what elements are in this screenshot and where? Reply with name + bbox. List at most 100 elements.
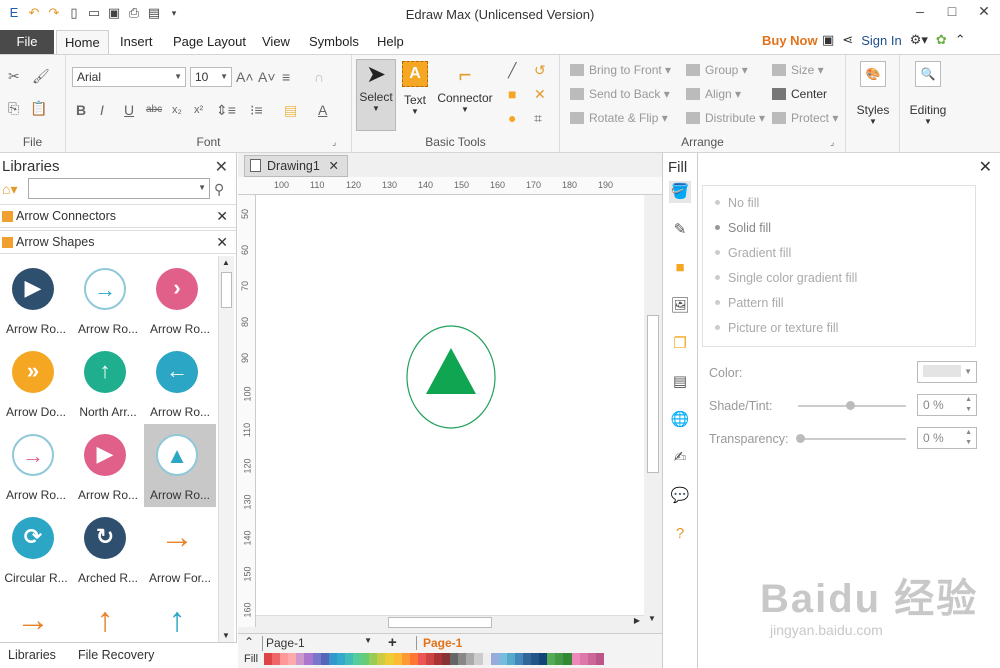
close-icon[interactable]: ✕ xyxy=(216,205,228,227)
help-icon[interactable]: ? xyxy=(669,523,691,545)
scroll-down-icon[interactable]: ▼ xyxy=(648,614,656,623)
library-scrollbar[interactable]: ▲ ▼ xyxy=(218,256,234,642)
color-picker[interactable]: ▼ xyxy=(917,361,977,383)
palette-swatch[interactable] xyxy=(474,653,483,665)
library-shape[interactable]: ▶ Arrow Ro... xyxy=(0,258,72,341)
shade-tint-knob[interactable] xyxy=(846,401,855,410)
minimize-icon[interactable]: – xyxy=(904,0,936,26)
palette-swatch[interactable] xyxy=(328,653,337,665)
library-shape[interactable]: ⟳ Circular R... xyxy=(0,507,72,590)
add-page-icon[interactable]: + xyxy=(388,634,397,651)
select-button[interactable]: ➤ Select ▼ xyxy=(356,59,396,131)
line-style-icon[interactable]: ✎ xyxy=(669,219,691,241)
page-properties-icon[interactable]: ▤ xyxy=(669,371,691,393)
hyperlink-icon[interactable]: 🌐 xyxy=(669,409,691,431)
transparency-input[interactable]: 0 % ▲ ▼ xyxy=(917,427,977,449)
palette-swatch[interactable] xyxy=(361,653,370,665)
palette-swatch[interactable] xyxy=(320,653,329,665)
highlight-icon[interactable]: ▤ xyxy=(284,101,297,119)
tab-insert[interactable]: Insert xyxy=(112,30,161,54)
center-button[interactable]: Center xyxy=(772,87,827,101)
file-recovery-tab[interactable]: File Recovery xyxy=(78,648,154,662)
page-select[interactable]: Page-1 ▼ xyxy=(262,636,374,652)
connector-button[interactable]: ⌐ Connector ▼ xyxy=(434,59,496,131)
bullets-icon[interactable]: ⁝≡ xyxy=(250,101,263,119)
ellipse-tool-icon[interactable]: ● xyxy=(508,109,516,127)
library-category[interactable]: Arrow Connectors ✕ xyxy=(0,204,236,228)
send-to-back-button[interactable]: Send to Back ▾ xyxy=(570,87,670,101)
file-tab[interactable]: File xyxy=(0,30,54,54)
comment-icon[interactable]: 💬 xyxy=(669,485,691,507)
tab-page-layout[interactable]: Page Layout xyxy=(165,30,254,54)
palette-swatch[interactable] xyxy=(344,653,354,665)
group-button[interactable]: Group ▾ xyxy=(686,63,748,77)
library-shape[interactable]: ↑ xyxy=(72,590,144,636)
distribute-button[interactable]: Distribute ▾ xyxy=(686,111,765,125)
fill-icon[interactable]: 🪣 xyxy=(669,181,691,203)
underline-icon[interactable]: U xyxy=(124,101,134,119)
scroll-thumb[interactable] xyxy=(221,272,232,308)
crop-tool-icon[interactable]: ⌗ xyxy=(534,109,542,127)
palette-swatch[interactable] xyxy=(587,653,596,665)
library-shape[interactable]: ▶ Arrow Ro... xyxy=(72,424,144,507)
palette-swatch[interactable] xyxy=(312,653,321,665)
canvas-horizontal-scrollbar[interactable]: ▶ xyxy=(256,615,644,629)
palette-swatch[interactable] xyxy=(264,653,273,665)
palette-swatch[interactable] xyxy=(523,653,532,665)
protect-button[interactable]: Protect ▾ xyxy=(772,111,838,125)
fill-option-picture[interactable]: Picture or texture fill xyxy=(715,321,838,335)
arc-tool-icon[interactable]: ↺ xyxy=(534,61,546,79)
home-icon[interactable]: ⌂▾ xyxy=(2,180,17,198)
stepper-icon[interactable]: ▲ ▼ xyxy=(965,428,972,448)
align-text-icon[interactable]: ≡ xyxy=(282,68,290,86)
library-shape[interactable]: → Arrow Ro... xyxy=(0,424,72,507)
palette-swatch[interactable] xyxy=(336,653,345,665)
library-shape[interactable]: ↻ Arched R... xyxy=(72,507,144,590)
shadow-icon[interactable]: ■ xyxy=(669,257,691,279)
curve-icon[interactable]: ∩ xyxy=(314,68,324,86)
palette-swatch[interactable] xyxy=(401,653,410,665)
palette-swatch[interactable] xyxy=(369,653,378,665)
palette-swatch[interactable] xyxy=(450,653,459,665)
library-search-input[interactable]: ▼ xyxy=(28,178,210,199)
library-category[interactable]: Arrow Shapes ✕ xyxy=(0,230,236,254)
palette-swatch[interactable] xyxy=(272,653,281,665)
library-shape[interactable]: ▲ Arrow Ro... xyxy=(144,424,216,507)
tab-view[interactable]: View xyxy=(254,30,298,54)
palette-swatch[interactable] xyxy=(579,653,588,665)
palette-swatch[interactable] xyxy=(280,653,289,665)
scroll-thumb[interactable] xyxy=(647,315,659,473)
fill-option-no-fill[interactable]: No fill xyxy=(715,196,759,210)
close-icon[interactable]: ✕ xyxy=(329,156,339,176)
format-painter-icon[interactable]: 🖌 xyxy=(32,67,50,85)
styles-button[interactable]: 🎨 Styles ▼ xyxy=(852,61,894,133)
fill-option-single-gradient[interactable]: Single color gradient fill xyxy=(715,271,857,285)
palette-swatch[interactable] xyxy=(385,653,394,665)
grow-font-icon[interactable]: A˄ xyxy=(236,68,254,86)
chevron-up-icon[interactable]: ⌃ xyxy=(244,635,254,649)
palette-swatch[interactable] xyxy=(393,653,402,665)
fill-option-solid[interactable]: Solid fill xyxy=(715,221,771,235)
transparency-slider[interactable] xyxy=(798,438,906,440)
palette-swatch[interactable] xyxy=(409,653,418,665)
transparency-knob[interactable] xyxy=(796,434,805,443)
font-name-select[interactable]: Arial ▼ xyxy=(72,67,186,87)
library-shape[interactable]: ← Arrow Ro... xyxy=(144,341,216,424)
palette-swatch[interactable] xyxy=(531,653,540,665)
scroll-thumb[interactable] xyxy=(388,617,492,628)
library-shape[interactable]: » Arrow Do... xyxy=(0,341,72,424)
document-tab[interactable]: Drawing1 ✕ xyxy=(244,155,348,177)
shade-tint-input[interactable]: 0 % ▲ ▼ xyxy=(917,394,977,416)
palette-swatch[interactable] xyxy=(555,653,564,665)
close-window-icon[interactable]: ✕ xyxy=(968,0,1000,26)
close-icon[interactable]: ✕ xyxy=(216,231,228,253)
bold-icon[interactable]: B xyxy=(76,101,86,119)
note-icon[interactable]: ✍ xyxy=(669,447,691,469)
font-color-icon[interactable]: A xyxy=(318,101,327,119)
page-tab[interactable]: Page-1 xyxy=(416,636,468,650)
scroll-down-icon[interactable]: ▼ xyxy=(222,631,230,640)
fill-option-pattern[interactable]: Pattern fill xyxy=(715,296,784,310)
palette-swatch[interactable] xyxy=(304,653,313,665)
palette-swatch[interactable] xyxy=(353,653,362,665)
cross-tool-icon[interactable]: ✕ xyxy=(534,85,546,103)
